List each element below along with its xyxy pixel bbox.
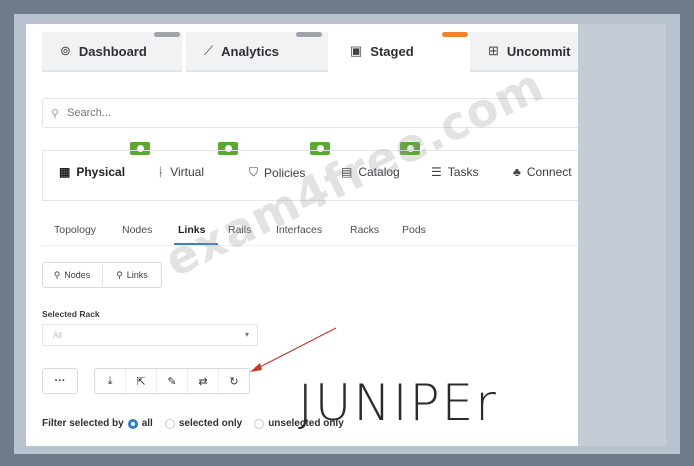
- radio-label: all: [141, 418, 153, 429]
- radio-label: selected only: [178, 418, 243, 429]
- right-gutter: [578, 24, 666, 446]
- filter-label: Filter selected by: [42, 418, 124, 429]
- radio-selected-only[interactable]: [164, 418, 175, 429]
- juniper-logo: JUNIPEr: [298, 374, 498, 432]
- radio-unselected-only[interactable]: [254, 418, 265, 429]
- radio-all[interactable]: [127, 418, 138, 429]
